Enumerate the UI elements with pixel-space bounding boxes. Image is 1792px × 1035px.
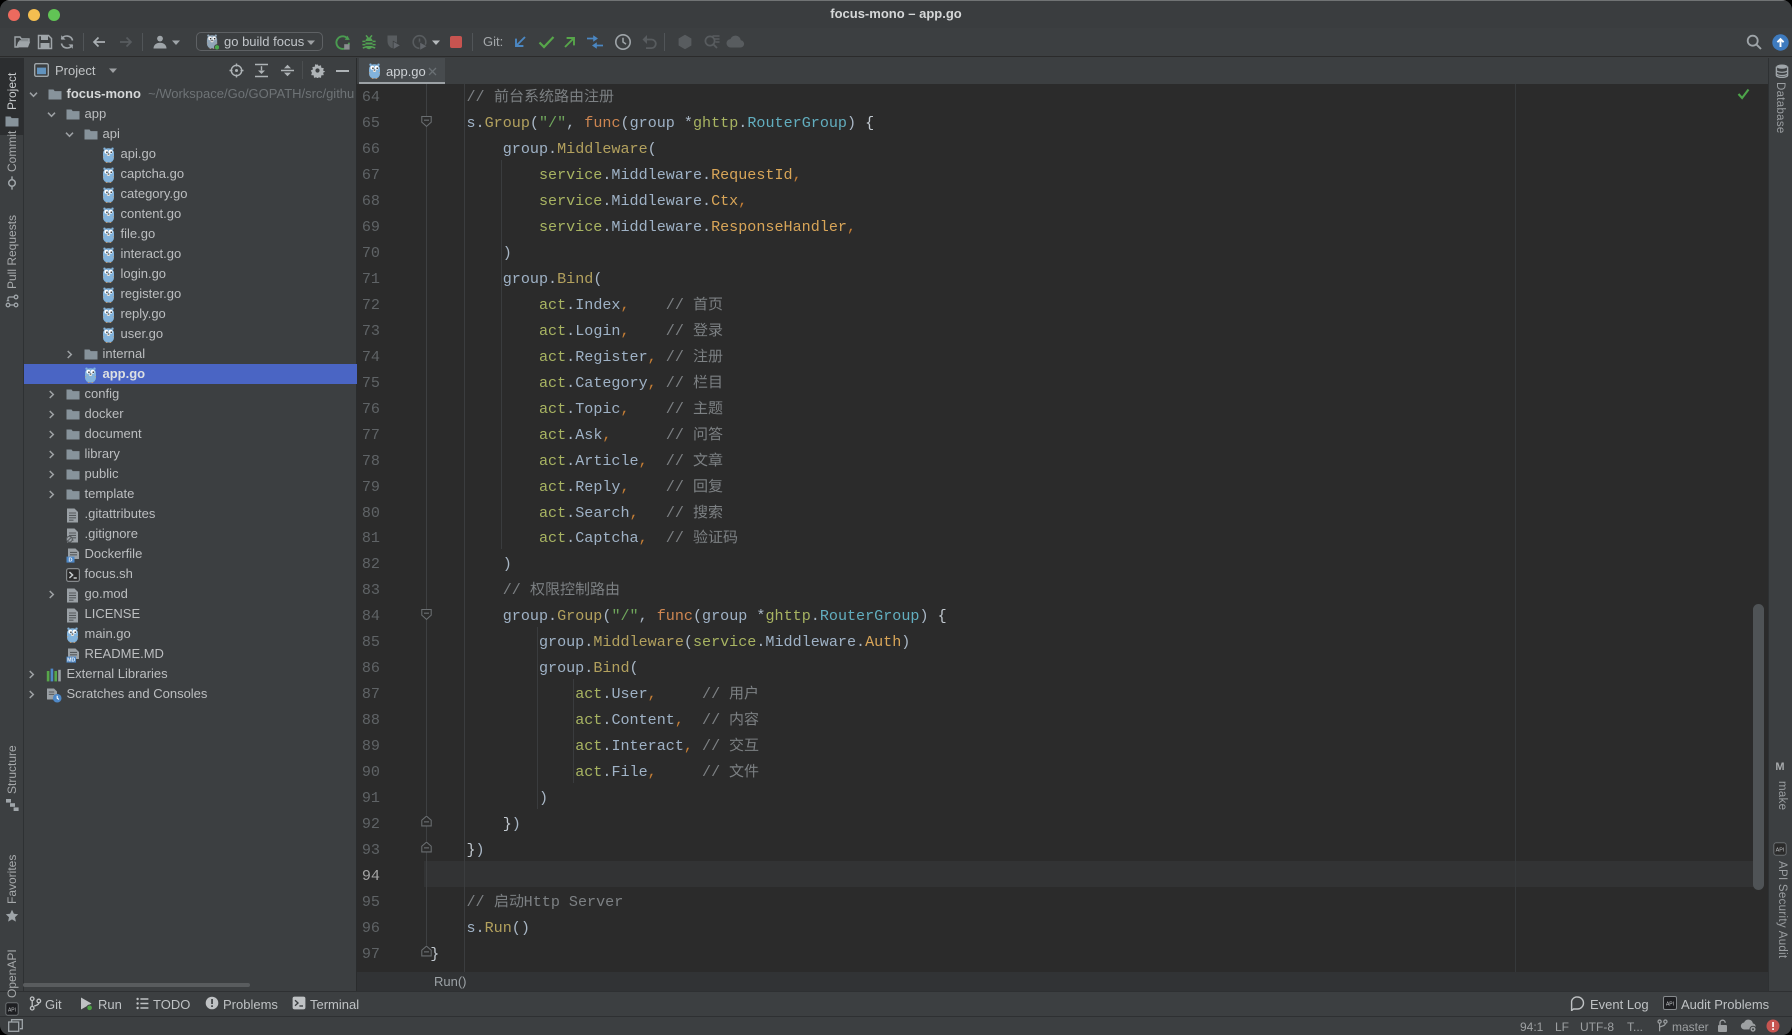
svg-text:MD: MD — [67, 657, 75, 663]
svg-text:API: API — [1776, 847, 1785, 853]
svg-text:API: API — [8, 1007, 16, 1013]
svg-text:API: API — [1666, 1002, 1674, 1008]
svg-text:D: D — [69, 557, 73, 563]
